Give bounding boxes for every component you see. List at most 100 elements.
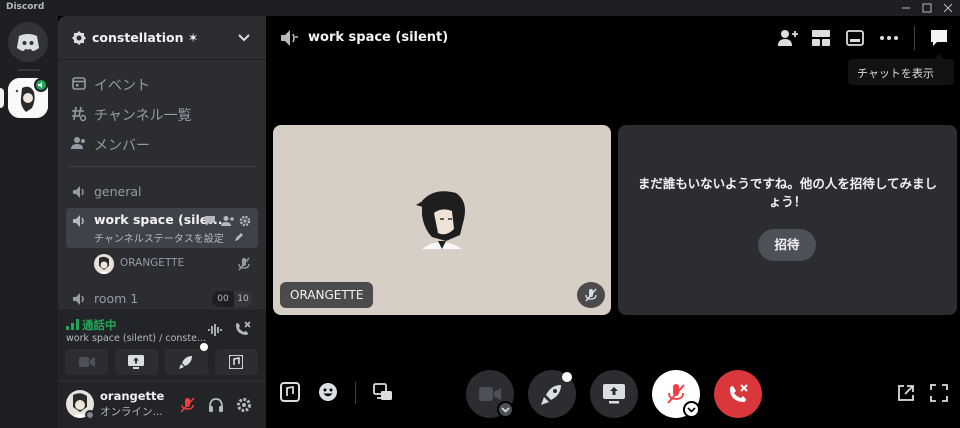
nav-events[interactable]: イベント: [66, 70, 258, 96]
leave-call-button[interactable]: [714, 370, 762, 418]
disconnect-phone-icon[interactable]: [234, 321, 252, 337]
voice-channel-icon: [73, 293, 84, 305]
channel-work-space[interactable]: work space (sile... チャンネルステータスを設定: [66, 208, 258, 248]
chat-tooltip: チャットを表示: [848, 54, 954, 85]
channel-room-1-label: room 1: [94, 291, 139, 306]
chevron-down-icon: [501, 407, 510, 413]
settings-gear-icon[interactable]: [236, 397, 252, 413]
home-button[interactable]: [8, 22, 48, 62]
channel-room-1[interactable]: room 1 00 10: [66, 286, 258, 312]
rocket-icon: [541, 385, 561, 405]
channel-general-label: general: [94, 184, 142, 199]
voice-channel-icon: [73, 215, 84, 227]
noise-suppression-icon[interactable]: [208, 323, 224, 337]
tooltip-text: チャットを表示: [857, 67, 934, 80]
camera-toggle-button[interactable]: [65, 349, 108, 375]
chevron-down-icon: [238, 34, 250, 42]
mic-muted-icon[interactable]: [180, 397, 196, 413]
nav-channel-browser[interactable]: チャンネル一覧: [66, 100, 258, 126]
close-icon: [943, 3, 953, 13]
invite-button[interactable]: 招待: [758, 229, 816, 261]
channel-user-limit: 10: [234, 291, 252, 307]
participant-muted-badge: [577, 282, 605, 308]
pencil-icon[interactable]: [234, 232, 244, 242]
soundboard-button[interactable]: [215, 349, 258, 375]
channel-member[interactable]: ORANGETTE: [94, 251, 258, 277]
app-title: Discord: [6, 2, 45, 12]
minimize-button[interactable]: [896, 0, 916, 16]
chat-bubble-icon[interactable]: [204, 215, 216, 227]
maximize-icon: [922, 3, 932, 13]
muted-mic-icon: [585, 288, 597, 302]
add-people-icon[interactable]: [778, 29, 798, 47]
mute-microphone-button[interactable]: [652, 370, 700, 418]
nav-events-label: イベント: [94, 78, 150, 94]
members-icon: [71, 137, 85, 149]
screen-share-button[interactable]: [590, 370, 638, 418]
mic-muted-icon: [667, 384, 685, 404]
participant-avatar-icon: [416, 191, 465, 249]
channel-member-name: ORANGETTE: [120, 257, 185, 269]
screen-share-icon: [128, 355, 144, 369]
server-list: [0, 16, 58, 428]
call-title: work space (silent): [308, 30, 449, 45]
hang-up-icon: [730, 384, 748, 402]
participant-tile[interactable]: ORANGETTE: [273, 125, 611, 315]
voice-channel-path[interactable]: work space (silent) / conste...: [66, 333, 206, 344]
guild-header[interactable]: constellation ✶: [58, 16, 266, 60]
invite-user-icon[interactable]: [221, 215, 235, 227]
controls-divider: [355, 382, 356, 404]
channel-general[interactable]: general: [66, 179, 258, 205]
participant-name-tag: ORANGETTE: [280, 282, 374, 308]
user-status[interactable]: オンライン...: [100, 404, 163, 419]
muted-mic-icon: [238, 257, 250, 271]
notification-dot: [200, 343, 208, 351]
connection-signal-icon: [66, 319, 79, 330]
more-options-icon[interactable]: [880, 36, 898, 40]
mic-options-toggle[interactable]: [683, 401, 700, 418]
camera-options-toggle[interactable]: [497, 401, 514, 418]
pop-out-icon[interactable]: [897, 384, 915, 402]
picture-in-picture-icon[interactable]: [846, 30, 864, 46]
channel-status-label[interactable]: チャンネルステータスを設定: [94, 230, 224, 245]
user-name[interactable]: orangette: [100, 389, 164, 403]
pop-out-activity-icon[interactable]: [373, 382, 393, 402]
speaking-indicator: [34, 78, 48, 92]
invite-tile: まだ誰もいないようですね。他の人を招待してみましょう！ 招待: [618, 125, 957, 315]
avatar-image-icon: [98, 256, 110, 274]
chevron-down-icon: [687, 407, 696, 413]
voice-channel-icon: [73, 186, 84, 198]
selected-server-indicator: [0, 88, 4, 108]
layout-grid-icon[interactable]: [812, 30, 830, 46]
nav-members[interactable]: メンバー: [66, 130, 258, 156]
notification-dot: [562, 372, 572, 382]
emoji-icon[interactable]: [318, 382, 338, 402]
calendar-icon: [72, 77, 86, 90]
close-button[interactable]: [938, 0, 958, 16]
gear-icon[interactable]: [239, 215, 251, 227]
fullscreen-icon[interactable]: [930, 384, 948, 402]
maximize-button[interactable]: [917, 0, 937, 16]
nav-members-label: メンバー: [94, 138, 150, 154]
voice-channel-icon: [281, 30, 298, 46]
screen-share-button[interactable]: [115, 349, 158, 375]
activities-button[interactable]: [528, 370, 576, 418]
empty-call-message: まだ誰もいないようですね。他の人を招待してみましょう！: [637, 176, 938, 209]
camera-button[interactable]: [466, 370, 514, 418]
voice-status[interactable]: 通話中: [82, 317, 117, 333]
avatar: [94, 254, 114, 274]
headphones-icon[interactable]: [208, 397, 224, 413]
camera-icon: [79, 357, 95, 367]
rocket-icon: [179, 356, 192, 369]
activities-button[interactable]: [165, 343, 208, 375]
show-chat-icon[interactable]: [930, 29, 948, 47]
soundboard-icon[interactable]: [280, 382, 300, 402]
nav-channel-browser-label: チャンネル一覧: [94, 108, 192, 124]
user-panel: orangette オンライン...: [58, 382, 266, 428]
minimize-icon: [902, 7, 910, 9]
voice-call-view: work space (silent) チャットを表示 ORANGETTE まだ…: [266, 16, 960, 428]
camera-icon: [479, 387, 501, 401]
guild-badge-icon: [72, 31, 86, 45]
channel-sidebar: constellation ✶ イベント チャンネル一覧 メンバー genera…: [58, 16, 266, 428]
speaker-icon: [38, 82, 42, 88]
